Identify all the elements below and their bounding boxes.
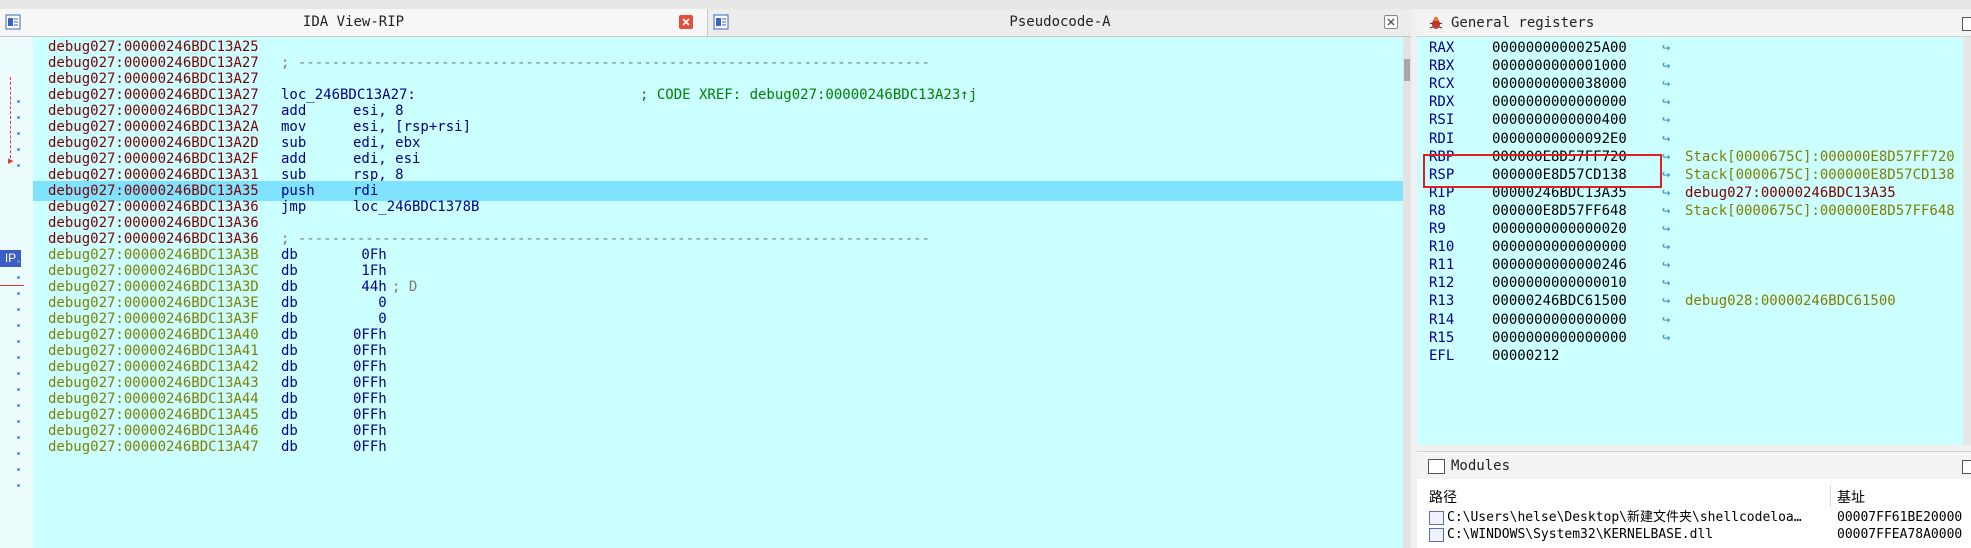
column-header-base[interactable]: 基址	[1837, 487, 1865, 507]
close-icon[interactable]	[679, 15, 693, 29]
listing-row[interactable]: debug027:00000246BDC13A47 db 0FFh	[33, 437, 1403, 457]
registers-list[interactable]: RAX 0000000000025A00 ↪ RBX 0000000000001000 ↪…	[1417, 37, 1963, 445]
module-file-icon	[1429, 511, 1444, 525]
module-base[interactable]: 00007FF61BE20000	[1837, 509, 1962, 526]
tab-ida-view[interactable]: IDA View-RIP	[0, 9, 707, 37]
breakpoint-dot[interactable]	[17, 468, 20, 471]
modules-title: Modules	[1451, 458, 1511, 474]
breakpoint-dot[interactable]	[17, 340, 20, 343]
breakpoint-dot[interactable]	[17, 292, 20, 295]
module-row[interactable]: C:\Users\helse\Desktop\新建文件夹\shellcodelo…	[1417, 509, 1971, 526]
listing-scrollbar[interactable]	[1403, 37, 1411, 548]
column-divider[interactable]	[1830, 485, 1831, 507]
address[interactable]: debug027:00000246BDC13A47	[48, 437, 259, 457]
modules-window-icon	[1428, 459, 1445, 474]
module-path[interactable]: C:\Users\helse\Desktop\新建文件夹\shellcodelo…	[1447, 509, 1802, 526]
breakpoint-dot[interactable]	[17, 324, 20, 327]
ip-marker-line	[0, 285, 24, 286]
maximize-icon[interactable]	[1962, 460, 1971, 474]
breakpoint-dot[interactable]	[17, 404, 20, 407]
registers-scrollbar[interactable]	[1963, 37, 1971, 445]
breakpoint-dot[interactable]	[17, 148, 20, 151]
scrollbar-thumb[interactable]	[1404, 59, 1410, 81]
breakpoint-dot[interactable]	[17, 388, 20, 391]
jump-arrow-line	[10, 77, 11, 158]
column-header-path[interactable]: 路径	[1429, 487, 1457, 507]
modules-table[interactable]: 路径 基址 C:\Users\helse\Desktop\新建文件夹\shell…	[1417, 479, 1971, 548]
breakpoint-dot[interactable]	[17, 116, 20, 119]
breakpoint-dot[interactable]	[17, 132, 20, 135]
tab-title: Pseudocode-A	[1009, 14, 1111, 30]
breakpoint-dot[interactable]	[17, 372, 20, 375]
breakpoint-dot[interactable]	[17, 452, 20, 455]
breakpoint-dot[interactable]	[17, 260, 20, 263]
disassembly-listing[interactable]: debug027:00000246BDC13A25 debug027:000002…	[33, 37, 1403, 548]
registers-bug-icon	[1428, 15, 1444, 31]
flow-gutter: ▸ IP	[0, 37, 33, 548]
registers-header: General registers	[1417, 9, 1971, 37]
register-value[interactable]: 00000212	[1492, 345, 1559, 368]
breakpoint-dot[interactable]	[17, 356, 20, 359]
module-file-icon	[1429, 528, 1444, 542]
selection-highlight-box	[1423, 154, 1662, 188]
mnemonic[interactable]: db	[281, 437, 298, 457]
breakpoint-dot[interactable]	[17, 436, 20, 439]
maximize-icon[interactable]	[1962, 17, 1971, 31]
data-value[interactable]: 0FFh	[353, 437, 387, 457]
module-base[interactable]: 00007FFEA78A0000	[1837, 526, 1962, 543]
jump-arrow-icon: ▸	[8, 155, 14, 167]
breakpoint-dot[interactable]	[17, 276, 20, 279]
module-path[interactable]: C:\WINDOWS\System32\KERNELBASE.dll	[1447, 526, 1713, 543]
tab-pseudocode[interactable]: Pseudocode-A	[707, 9, 1412, 37]
close-icon[interactable]	[1384, 15, 1398, 29]
breakpoint-dot[interactable]	[17, 164, 20, 167]
breakpoint-dot[interactable]	[17, 100, 20, 103]
modules-header: Modules	[1417, 451, 1971, 480]
tab-title: IDA View-RIP	[302, 14, 405, 30]
module-row[interactable]: C:\WINDOWS\System32\KERNELBASE.dll 00007F…	[1417, 526, 1971, 543]
breakpoint-dot[interactable]	[17, 308, 20, 311]
instruction-pointer-badge: IP	[0, 250, 21, 267]
breakpoint-dot[interactable]	[17, 484, 20, 487]
registers-title: General registers	[1451, 15, 1595, 31]
breakpoint-dot[interactable]	[17, 420, 20, 423]
modules-column-headers: 路径 基址	[1417, 485, 1971, 507]
register-row-efl[interactable]: EFL 00000212	[1417, 345, 1963, 368]
register-name: EFL	[1429, 347, 1455, 364]
